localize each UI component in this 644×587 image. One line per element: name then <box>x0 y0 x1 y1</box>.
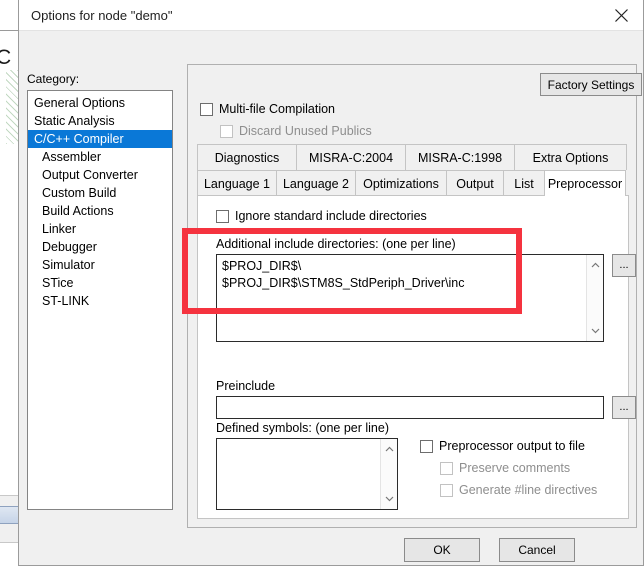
category-item-output-converter[interactable]: Output Converter <box>28 166 172 184</box>
category-label: Category: <box>27 72 80 86</box>
tab-optimizations[interactable]: Optimizations <box>355 170 447 196</box>
additional-include-textarea[interactable]: $PROJ_DIR$\ $PROJ_DIR$\STM8S_StdPeriph_D… <box>216 254 604 342</box>
chevron-down-icon[interactable] <box>381 491 397 507</box>
preinclude-input[interactable] <box>216 396 604 419</box>
chevron-up-icon[interactable] <box>381 441 397 457</box>
chevron-down-icon[interactable] <box>587 323 603 339</box>
tab-strip-bottom-row: Language 1 Language 2 Optimizations Outp… <box>197 170 629 196</box>
chevron-up-icon[interactable] <box>587 257 603 273</box>
tab-output[interactable]: Output <box>446 170 504 196</box>
tab-language-2[interactable]: Language 2 <box>276 170 356 196</box>
defined-symbols-scrollbar[interactable] <box>380 439 397 509</box>
category-item-general-options[interactable]: General Options <box>28 94 172 112</box>
background-partial-letter: C <box>0 46 12 69</box>
factory-settings-button[interactable]: Factory Settings <box>540 73 642 96</box>
category-item-simulator[interactable]: Simulator <box>28 256 172 274</box>
category-list[interactable]: General Options Static Analysis C/C++ Co… <box>27 90 173 510</box>
tab-preprocessor[interactable]: Preprocessor <box>544 170 626 196</box>
preinclude-browse-button[interactable]: ... <box>612 396 636 419</box>
category-item-assembler[interactable]: Assembler <box>28 148 172 166</box>
checkbox-box <box>220 124 233 138</box>
preserve-comments-label: Preserve comments <box>459 461 571 475</box>
checkbox-box <box>200 102 213 116</box>
tab-misra-c-1998[interactable]: MISRA-C:1998 <box>405 144 515 170</box>
options-dialog: Options for node "demo" Category: Genera… <box>18 0 644 566</box>
additional-include-scrollbar[interactable] <box>586 255 603 341</box>
ignore-standard-include-label: Ignore standard include directories <box>235 209 427 223</box>
multi-file-compilation-label: Multi-file Compilation <box>219 102 336 116</box>
preserve-comments-checkbox: Preserve comments <box>440 461 570 475</box>
category-item-stice[interactable]: STice <box>28 274 172 292</box>
additional-include-label: Additional include directories: (one per… <box>216 237 456 251</box>
checkbox-box <box>216 209 229 223</box>
checkbox-box <box>440 483 453 497</box>
preinclude-label: Preinclude <box>216 379 276 393</box>
category-item-build-actions[interactable]: Build Actions <box>28 202 172 220</box>
preprocessor-output-to-file-label: Preprocessor output to file <box>439 439 585 453</box>
title-bar: Options for node "demo" <box>19 0 643 31</box>
tab-strip-top-row: Diagnostics MISRA-C:2004 MISRA-C:1998 Ex… <box>197 144 629 170</box>
discard-unused-publics-checkbox: Discard Unused Publics <box>220 124 372 138</box>
close-icon[interactable] <box>599 0 643 30</box>
tab-list[interactable]: List <box>503 170 545 196</box>
generate-line-directives-label: Generate #line directives <box>459 483 598 497</box>
category-item-debugger[interactable]: Debugger <box>28 238 172 256</box>
category-item-c-cpp-compiler[interactable]: C/C++ Compiler <box>28 130 172 148</box>
tab-language-1[interactable]: Language 1 <box>197 170 277 196</box>
checkbox-box <box>420 439 433 453</box>
dialog-title: Options for node "demo" <box>31 8 173 23</box>
multi-file-compilation-checkbox[interactable]: Multi-file Compilation <box>200 102 335 116</box>
cancel-button[interactable]: Cancel <box>499 538 575 562</box>
category-item-static-analysis[interactable]: Static Analysis <box>28 112 172 130</box>
defined-symbols-textarea[interactable] <box>216 438 398 510</box>
defined-symbols-label: Defined symbols: (one per line) <box>216 421 389 435</box>
preprocessor-output-to-file-checkbox[interactable]: Preprocessor output to file <box>420 439 585 453</box>
category-item-st-link[interactable]: ST-LINK <box>28 292 172 310</box>
category-item-custom-build[interactable]: Custom Build <box>28 184 172 202</box>
preprocessor-tab-pane: Ignore standard include directories Addi… <box>197 195 636 519</box>
tab-extra-options[interactable]: Extra Options <box>514 144 627 170</box>
category-item-linker[interactable]: Linker <box>28 220 172 238</box>
discard-unused-publics-label: Discard Unused Publics <box>239 124 372 138</box>
checkbox-box <box>440 461 453 475</box>
ok-button[interactable]: OK <box>404 538 480 562</box>
additional-include-value: $PROJ_DIR$\ $PROJ_DIR$\STM8S_StdPeriph_D… <box>222 259 465 290</box>
tab-diagnostics[interactable]: Diagnostics <box>197 144 297 170</box>
tab-misra-c-2004[interactable]: MISRA-C:2004 <box>296 144 406 170</box>
compiler-options-panel: Factory Settings Multi-file Compilation … <box>187 64 642 528</box>
ignore-standard-include-checkbox[interactable]: Ignore standard include directories <box>216 209 427 223</box>
additional-include-browse-button[interactable]: ... <box>612 254 636 277</box>
generate-line-directives-checkbox: Generate #line directives <box>440 483 597 497</box>
